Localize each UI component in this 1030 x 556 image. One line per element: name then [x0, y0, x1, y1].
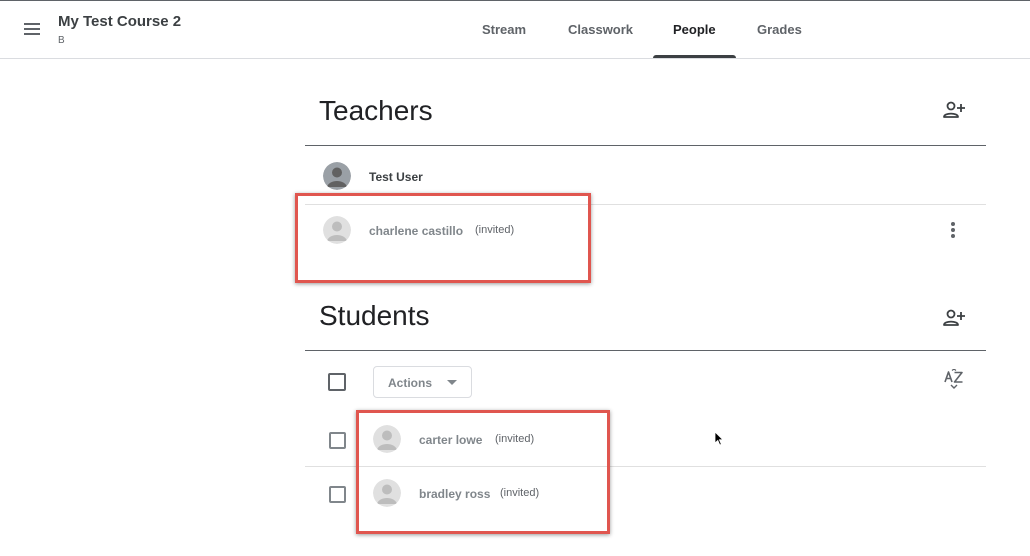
actions-dropdown[interactable]: Actions: [373, 366, 472, 398]
mouse-cursor-icon: [714, 431, 724, 451]
teachers-heading: Teachers: [319, 95, 433, 126]
student-checkbox[interactable]: [329, 432, 346, 449]
tab-people[interactable]: People: [673, 1, 716, 58]
students-divider: [305, 350, 986, 351]
tab-classwork[interactable]: Classwork: [568, 1, 633, 58]
actions-label: Actions: [388, 376, 433, 390]
course-section: B: [58, 35, 65, 46]
dropdown-caret-icon: [447, 380, 457, 385]
highlight-box: [295, 193, 591, 283]
tab-grades[interactable]: Grades: [757, 1, 802, 58]
highlight-box: [356, 410, 610, 534]
students-heading: Students: [319, 300, 430, 331]
add-person-icon[interactable]: [942, 100, 966, 125]
menu-icon[interactable]: [16, 13, 48, 45]
sort-az-icon[interactable]: [943, 368, 965, 394]
more-vert-icon[interactable]: [951, 222, 955, 238]
avatar-icon: [323, 162, 351, 190]
course-title[interactable]: My Test Course 2: [58, 13, 181, 30]
tab-stream[interactable]: Stream: [482, 1, 526, 58]
select-all-checkbox[interactable]: [328, 373, 346, 391]
add-person-icon[interactable]: [942, 308, 966, 333]
student-checkbox[interactable]: [329, 486, 346, 503]
header-bar: My Test Course 2 B Stream Classwork Peop…: [0, 1, 1030, 59]
active-tab-indicator: [653, 55, 736, 58]
teachers-divider: [305, 145, 986, 146]
teacher-name: Test User: [369, 170, 423, 184]
